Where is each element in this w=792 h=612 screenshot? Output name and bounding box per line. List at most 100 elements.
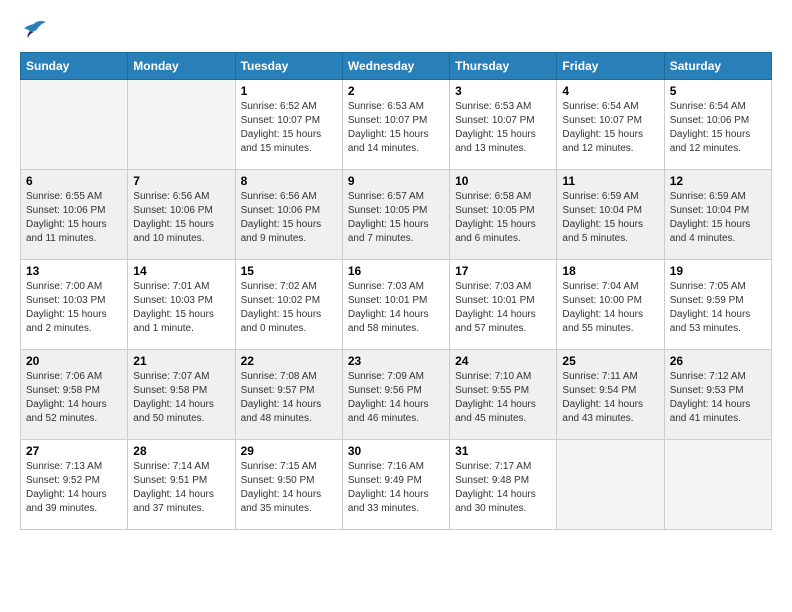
- day-info: Sunrise: 7:05 AM Sunset: 9:59 PM Dayligh…: [670, 280, 766, 336]
- day-info: Sunrise: 6:58 AM Sunset: 10:05 PM Daylig…: [455, 190, 551, 246]
- day-info: Sunrise: 7:11 AM Sunset: 9:54 PM Dayligh…: [562, 370, 658, 426]
- page-header: [20, 20, 772, 42]
- calendar-cell: 24Sunrise: 7:10 AM Sunset: 9:55 PM Dayli…: [450, 350, 557, 440]
- day-info: Sunrise: 7:00 AM Sunset: 10:03 PM Daylig…: [26, 280, 122, 336]
- weekday-header-thursday: Thursday: [450, 53, 557, 80]
- day-info: Sunrise: 6:56 AM Sunset: 10:06 PM Daylig…: [133, 190, 229, 246]
- calendar-cell: 15 Sunrise: 7:02 AM Sunset: 10:02 PM Dayl…: [235, 260, 342, 350]
- calendar-week-row: 13Sunrise: 7:00 AM Sunset: 10:03 PM Dayl…: [21, 260, 772, 350]
- calendar-cell: [21, 80, 128, 170]
- day-info: Sunrise: 7:07 AM Sunset: 9:58 PM Dayligh…: [133, 370, 229, 426]
- day-number: 8: [241, 174, 337, 188]
- day-info: Sunrise: 6:57 AM Sunset: 10:05 PM Daylig…: [348, 190, 444, 246]
- day-number: 14: [133, 264, 229, 278]
- calendar-cell: 9 Sunrise: 6:57 AM Sunset: 10:05 PM Dayli…: [342, 170, 449, 260]
- calendar-week-row: 20 Sunrise: 7:06 AM Sunset: 9:58 PM Dayli…: [21, 350, 772, 440]
- calendar-week-row: 6 Sunrise: 6:55 AM Sunset: 10:06 PM Dayli…: [21, 170, 772, 260]
- day-info: Sunrise: 7:14 AM Sunset: 9:51 PM Dayligh…: [133, 460, 229, 516]
- day-number: 9: [348, 174, 444, 188]
- calendar-cell: 20 Sunrise: 7:06 AM Sunset: 9:58 PM Dayli…: [21, 350, 128, 440]
- logo-icon: [20, 20, 48, 42]
- day-number: 20: [26, 354, 122, 368]
- day-info: Sunrise: 6:52 AM Sunset: 10:07 PM Daylig…: [241, 100, 337, 156]
- calendar-cell: 14Sunrise: 7:01 AM Sunset: 10:03 PM Dayl…: [128, 260, 235, 350]
- day-info: Sunrise: 7:03 AM Sunset: 10:01 PM Daylig…: [348, 280, 444, 336]
- day-info: Sunrise: 6:53 AM Sunset: 10:07 PM Daylig…: [348, 100, 444, 156]
- day-number: 5: [670, 84, 766, 98]
- day-info: Sunrise: 7:10 AM Sunset: 9:55 PM Dayligh…: [455, 370, 551, 426]
- calendar-cell: 23 Sunrise: 7:09 AM Sunset: 9:56 PM Dayli…: [342, 350, 449, 440]
- day-number: 21: [133, 354, 229, 368]
- day-number: 25: [562, 354, 658, 368]
- day-info: Sunrise: 7:15 AM Sunset: 9:50 PM Dayligh…: [241, 460, 337, 516]
- day-number: 7: [133, 174, 229, 188]
- day-number: 17: [455, 264, 551, 278]
- calendar-cell: 31 Sunrise: 7:17 AM Sunset: 9:48 PM Dayli…: [450, 440, 557, 530]
- day-info: Sunrise: 6:54 AM Sunset: 10:07 PM Daylig…: [562, 100, 658, 156]
- calendar-cell: 2 Sunrise: 6:53 AM Sunset: 10:07 PM Dayli…: [342, 80, 449, 170]
- calendar-cell: 12Sunrise: 6:59 AM Sunset: 10:04 PM Dayl…: [664, 170, 771, 260]
- day-info: Sunrise: 7:04 AM Sunset: 10:00 PM Daylig…: [562, 280, 658, 336]
- day-info: Sunrise: 6:53 AM Sunset: 10:07 PM Daylig…: [455, 100, 551, 156]
- day-info: Sunrise: 7:06 AM Sunset: 9:58 PM Dayligh…: [26, 370, 122, 426]
- day-info: Sunrise: 7:16 AM Sunset: 9:49 PM Dayligh…: [348, 460, 444, 516]
- day-info: Sunrise: 7:09 AM Sunset: 9:56 PM Dayligh…: [348, 370, 444, 426]
- day-number: 22: [241, 354, 337, 368]
- calendar-week-row: 27 Sunrise: 7:13 AM Sunset: 9:52 PM Dayli…: [21, 440, 772, 530]
- day-info: Sunrise: 7:13 AM Sunset: 9:52 PM Dayligh…: [26, 460, 122, 516]
- calendar-cell: [557, 440, 664, 530]
- day-number: 6: [26, 174, 122, 188]
- calendar-cell: 7 Sunrise: 6:56 AM Sunset: 10:06 PM Dayli…: [128, 170, 235, 260]
- day-info: Sunrise: 6:54 AM Sunset: 10:06 PM Daylig…: [670, 100, 766, 156]
- day-number: 16: [348, 264, 444, 278]
- calendar-cell: 16 Sunrise: 7:03 AM Sunset: 10:01 PM Dayl…: [342, 260, 449, 350]
- calendar-cell: 10Sunrise: 6:58 AM Sunset: 10:05 PM Dayl…: [450, 170, 557, 260]
- calendar-cell: 26Sunrise: 7:12 AM Sunset: 9:53 PM Dayli…: [664, 350, 771, 440]
- day-number: 31: [455, 444, 551, 458]
- calendar-cell: 30 Sunrise: 7:16 AM Sunset: 9:49 PM Dayli…: [342, 440, 449, 530]
- day-info: Sunrise: 7:17 AM Sunset: 9:48 PM Dayligh…: [455, 460, 551, 516]
- calendar-week-row: 1 Sunrise: 6:52 AM Sunset: 10:07 PM Dayli…: [21, 80, 772, 170]
- calendar-cell: 27 Sunrise: 7:13 AM Sunset: 9:52 PM Dayli…: [21, 440, 128, 530]
- weekday-header-friday: Friday: [557, 53, 664, 80]
- calendar-cell: 11 Sunrise: 6:59 AM Sunset: 10:04 PM Dayl…: [557, 170, 664, 260]
- day-number: 19: [670, 264, 766, 278]
- calendar-cell: 13Sunrise: 7:00 AM Sunset: 10:03 PM Dayl…: [21, 260, 128, 350]
- day-number: 23: [348, 354, 444, 368]
- calendar-cell: 28Sunrise: 7:14 AM Sunset: 9:51 PM Dayli…: [128, 440, 235, 530]
- day-number: 3: [455, 84, 551, 98]
- day-number: 1: [241, 84, 337, 98]
- day-info: Sunrise: 6:55 AM Sunset: 10:06 PM Daylig…: [26, 190, 122, 246]
- calendar-cell: 17 Sunrise: 7:03 AM Sunset: 10:01 PM Dayl…: [450, 260, 557, 350]
- calendar-cell: 6 Sunrise: 6:55 AM Sunset: 10:06 PM Dayli…: [21, 170, 128, 260]
- calendar-cell: 25 Sunrise: 7:11 AM Sunset: 9:54 PM Dayli…: [557, 350, 664, 440]
- weekday-header-tuesday: Tuesday: [235, 53, 342, 80]
- day-info: Sunrise: 7:02 AM Sunset: 10:02 PM Daylig…: [241, 280, 337, 336]
- calendar-table: SundayMondayTuesdayWednesdayThursdayFrid…: [20, 52, 772, 530]
- weekday-header-wednesday: Wednesday: [342, 53, 449, 80]
- calendar-cell: [128, 80, 235, 170]
- day-info: Sunrise: 6:56 AM Sunset: 10:06 PM Daylig…: [241, 190, 337, 246]
- calendar-cell: 21 Sunrise: 7:07 AM Sunset: 9:58 PM Dayli…: [128, 350, 235, 440]
- calendar-cell: 8 Sunrise: 6:56 AM Sunset: 10:06 PM Dayli…: [235, 170, 342, 260]
- day-info: Sunrise: 6:59 AM Sunset: 10:04 PM Daylig…: [562, 190, 658, 246]
- calendar-cell: 22 Sunrise: 7:08 AM Sunset: 9:57 PM Dayli…: [235, 350, 342, 440]
- day-number: 2: [348, 84, 444, 98]
- calendar-cell: 29 Sunrise: 7:15 AM Sunset: 9:50 PM Dayli…: [235, 440, 342, 530]
- day-info: Sunrise: 7:03 AM Sunset: 10:01 PM Daylig…: [455, 280, 551, 336]
- calendar-cell: [664, 440, 771, 530]
- day-number: 30: [348, 444, 444, 458]
- day-number: 29: [241, 444, 337, 458]
- day-info: Sunrise: 6:59 AM Sunset: 10:04 PM Daylig…: [670, 190, 766, 246]
- weekday-header-saturday: Saturday: [664, 53, 771, 80]
- calendar-cell: 3 Sunrise: 6:53 AM Sunset: 10:07 PM Dayli…: [450, 80, 557, 170]
- calendar-cell: 1 Sunrise: 6:52 AM Sunset: 10:07 PM Dayli…: [235, 80, 342, 170]
- day-number: 4: [562, 84, 658, 98]
- calendar-cell: 19 Sunrise: 7:05 AM Sunset: 9:59 PM Dayli…: [664, 260, 771, 350]
- calendar-cell: 5 Sunrise: 6:54 AM Sunset: 10:06 PM Dayli…: [664, 80, 771, 170]
- day-info: Sunrise: 7:08 AM Sunset: 9:57 PM Dayligh…: [241, 370, 337, 426]
- day-number: 15: [241, 264, 337, 278]
- logo: [20, 20, 52, 42]
- day-number: 27: [26, 444, 122, 458]
- day-number: 11: [562, 174, 658, 188]
